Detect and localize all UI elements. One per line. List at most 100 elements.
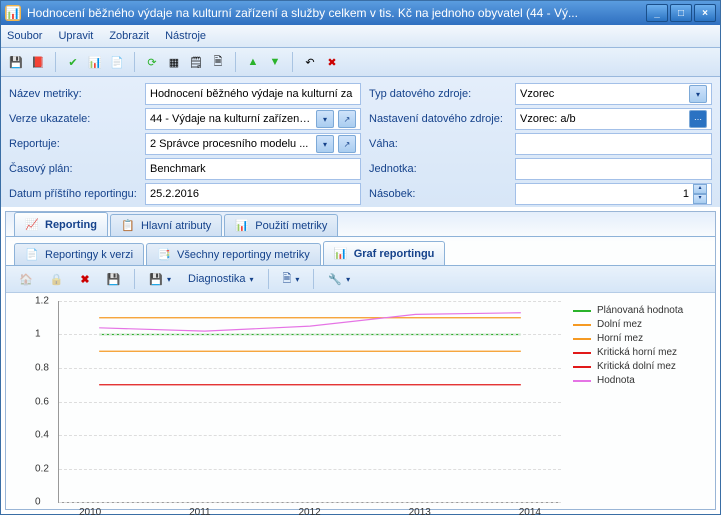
legend-item: Plánovaná hodnota	[573, 305, 703, 316]
approve-icon[interactable]: ✔	[64, 53, 82, 71]
form-area: Název metriky: Hodnocení běžného výdaje …	[1, 77, 720, 207]
sub-tabbar: 📄Reportingy k verzi 📑Všechny reportingy …	[6, 237, 715, 266]
legend-label: Kritická horní mez	[597, 347, 677, 358]
main-toolbar: 💾 📕 ✔ 📊 📄 ⟳ ▦ 🗒 🗎 ▲ ▼ ↶ ✖	[1, 48, 720, 77]
x-tick: 2010	[79, 507, 101, 518]
detail-icon[interactable]: 🗒	[187, 53, 205, 71]
x-axis: 20102011201220132014	[59, 507, 561, 518]
legend-item: Horní mez	[573, 333, 703, 344]
list-icon: 📋	[121, 219, 135, 233]
app-window: 📊 Hodnocení běžného výdaje na kulturní z…	[0, 0, 721, 515]
field-ver[interactable]: 44 - Výdaje na kulturní zařízení ...▾↗	[145, 108, 361, 130]
legend-swatch	[573, 338, 591, 340]
y-tick: 0.4	[35, 429, 49, 440]
chart-legend: Plánovaná hodnota Dolní mez Horní mez Kriti…	[573, 301, 703, 503]
diagnostics-dropdown[interactable]: Diagnostika ▾	[181, 268, 261, 290]
chart-icon: 📊	[334, 247, 348, 261]
label-rep: Reportuje:	[9, 138, 137, 150]
menu-edit[interactable]: Upravit	[58, 30, 93, 42]
field-mult[interactable]: 1▴▾	[515, 183, 712, 205]
legend-swatch	[573, 366, 591, 368]
label-type: Typ datového zdroje:	[369, 88, 507, 100]
save-close-icon[interactable]: 📕	[29, 53, 47, 71]
field-weight[interactable]	[515, 133, 712, 155]
y-tick: 0.6	[35, 396, 49, 407]
link-icon[interactable]: ↗	[338, 135, 356, 153]
chevron-down-icon[interactable]: ▾	[316, 135, 334, 153]
report-icon[interactable]: 📄	[108, 53, 126, 71]
field-unit[interactable]	[515, 158, 712, 180]
minimize-button[interactable]: _	[646, 4, 668, 22]
tab-attributes[interactable]: 📋Hlavní atributy	[110, 214, 222, 236]
legend-item: Hodnota	[573, 375, 703, 386]
legend-label: Plánovaná hodnota	[597, 305, 683, 316]
window-title: Hodnocení běžného výdaje na kulturní zař…	[27, 6, 646, 20]
legend-swatch	[573, 352, 591, 354]
save-icon[interactable]: 💾	[7, 53, 25, 71]
field-rep[interactable]: 2 Správce procesního modelu ...▾↗	[145, 133, 361, 155]
home-icon[interactable]: 🏠	[12, 268, 40, 290]
export-icon[interactable]: 🗎	[209, 53, 227, 71]
label-mult: Násobek:	[369, 188, 507, 200]
spin-down-icon: ▾	[693, 194, 707, 204]
subtab-graph[interactable]: 📊Graf reportingu	[323, 241, 446, 265]
delete-icon[interactable]: ✖	[73, 268, 96, 290]
label-name: Název metriky:	[9, 88, 137, 100]
link-icon[interactable]: ↗	[338, 110, 356, 128]
close-button[interactable]: ×	[694, 4, 716, 22]
chart-icon: 📈	[25, 218, 39, 232]
legend-label: Horní mez	[597, 333, 643, 344]
lock-icon[interactable]: 🔒	[43, 268, 71, 290]
label-dset: Nastavení datového zdroje:	[369, 113, 507, 125]
legend-swatch	[573, 380, 591, 382]
spinner[interactable]: ▴▾	[693, 184, 707, 204]
refresh-icon[interactable]: ⟳	[143, 53, 161, 71]
tab-usage[interactable]: 📊Použití metriky	[224, 214, 338, 236]
legend-label: Kritická dolní mez	[597, 361, 676, 372]
y-tick: 0.8	[35, 362, 49, 373]
legend-label: Dolní mez	[597, 319, 642, 330]
save-chart-icon[interactable]: 💾	[100, 268, 128, 290]
preset-dropdown[interactable]: 💾 ▾	[142, 268, 178, 290]
delete-icon[interactable]: ✖	[323, 53, 341, 71]
x-tick: 2011	[189, 507, 211, 518]
label-ver: Verze ukazatele:	[9, 113, 137, 125]
chart-icon[interactable]: 📊	[86, 53, 104, 71]
field-plan[interactable]: Benchmark	[145, 158, 361, 180]
down-icon[interactable]: ▼	[266, 53, 284, 71]
grid-icon[interactable]: ▦	[165, 53, 183, 71]
maximize-button[interactable]: □	[670, 4, 692, 22]
field-type[interactable]: Vzorec▾	[515, 83, 712, 105]
y-tick: 0	[35, 497, 41, 508]
up-icon[interactable]: ▲	[244, 53, 262, 71]
chevron-down-icon[interactable]: ▾	[689, 85, 707, 103]
x-tick: 2013	[409, 507, 431, 518]
settings-icon[interactable]: 🔧 ▾	[321, 268, 357, 290]
chevron-down-icon[interactable]: ▾	[316, 110, 334, 128]
label-unit: Jednotka:	[369, 163, 507, 175]
tabs-container: 📈Reporting 📋Hlavní atributy 📊Použití met…	[5, 211, 716, 510]
tab-reporting[interactable]: 📈Reporting	[14, 212, 108, 236]
legend-item: Kritická horní mez	[573, 347, 703, 358]
menu-tools[interactable]: Nástroje	[165, 30, 206, 42]
chart-plot[interactable]: 20102011201220132014 00.20.40.60.811.2	[58, 301, 561, 503]
field-name[interactable]: Hodnocení běžného výdaje na kulturní za	[145, 83, 361, 105]
titlebar: 📊 Hodnocení běžného výdaje na kulturní z…	[1, 1, 720, 25]
label-weight: Váha:	[369, 138, 507, 150]
doc-icon: 📄	[25, 248, 39, 262]
subtab-version[interactable]: 📄Reportingy k verzi	[14, 243, 144, 265]
menu-file[interactable]: Soubor	[7, 30, 42, 42]
field-next[interactable]: 25.2.2016	[145, 183, 361, 205]
subtab-all[interactable]: 📑Všechny reportingy metriky	[146, 243, 321, 265]
ellipsis-icon[interactable]: ⋯	[689, 110, 707, 128]
field-dset[interactable]: Vzorec: a/b⋯	[515, 108, 712, 130]
legend-item: Dolní mez	[573, 319, 703, 330]
legend-label: Hodnota	[597, 375, 635, 386]
bar-icon: 📊	[235, 219, 249, 233]
y-tick: 0.2	[35, 463, 49, 474]
app-icon: 📊	[5, 5, 21, 21]
spin-up-icon: ▴	[693, 184, 707, 194]
undo-icon[interactable]: ↶	[301, 53, 319, 71]
menu-view[interactable]: Zobrazit	[109, 30, 149, 42]
export-chart-dropdown[interactable]: 🗎 ▾	[276, 268, 307, 290]
